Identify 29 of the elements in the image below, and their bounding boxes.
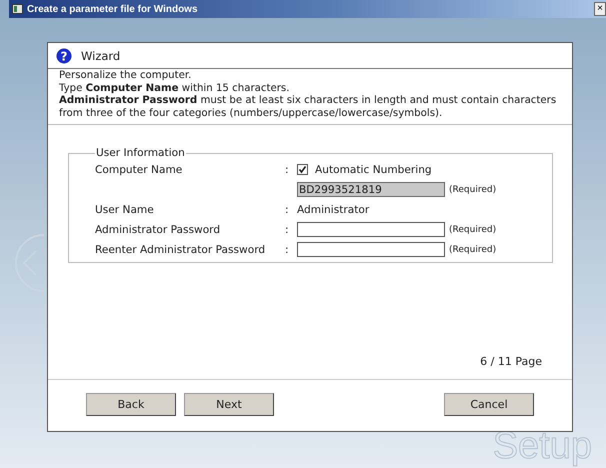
required-note: (Required): [449, 244, 496, 254]
colon: :: [285, 244, 289, 256]
instruction-text: Administrator Password must be at least six characters in length and must contain characters from three of the four categories (numbers/uppercase/lowercase/symbols).: [59, 95, 558, 120]
field-label: User Name: [95, 204, 154, 216]
instruction-text: Type Computer Name within 15 characters.: [59, 82, 290, 95]
window-icon: [12, 4, 23, 14]
checkbox[interactable]: [297, 164, 308, 175]
wizard-button[interactable]: Cancel: [444, 393, 534, 416]
required-note: (Required): [449, 184, 496, 194]
checkbox-label[interactable]: Automatic Numbering: [315, 164, 432, 176]
colon: :: [285, 164, 289, 176]
text-field[interactable]: [297, 242, 445, 257]
field-label: Computer Name: [95, 164, 182, 176]
page-indicator: 6 / 11 Page: [480, 355, 542, 368]
colon: :: [285, 224, 289, 236]
colon: :: [285, 204, 289, 216]
wizard-button[interactable]: Back: [86, 393, 176, 416]
group-title: User Information: [95, 147, 186, 159]
field-label: Reenter Administrator Password: [95, 244, 266, 256]
field-label: Administrator Password: [95, 224, 220, 236]
text-field[interactable]: [297, 222, 445, 237]
help-icon: ?: [56, 48, 72, 64]
instruction-text: Personalize the computer.: [59, 70, 192, 82]
wizard-button[interactable]: Next: [184, 393, 274, 416]
dialog-title: Wizard: [81, 48, 120, 62]
close-button[interactable]: ×: [594, 2, 606, 16]
window-title: Create a parameter file for Windows: [27, 4, 198, 14]
required-note: (Required): [449, 224, 496, 234]
field-value: Administrator: [297, 204, 370, 216]
